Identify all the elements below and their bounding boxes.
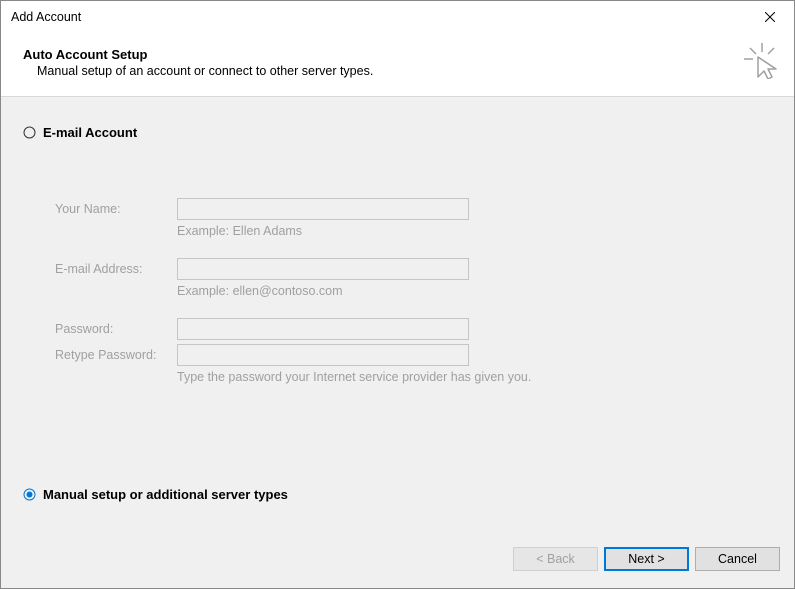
titlebar: Add Account xyxy=(1,1,794,33)
wizard-footer: < Back Next > Cancel xyxy=(1,538,794,588)
name-label: Your Name: xyxy=(55,202,177,216)
radio-email-label: E-mail Account xyxy=(43,125,137,140)
setup-cursor-icon xyxy=(744,43,780,79)
retype-input xyxy=(177,344,469,366)
name-input xyxy=(177,198,469,220)
header-subtitle: Manual setup of an account or connect to… xyxy=(23,64,774,78)
retype-label: Retype Password: xyxy=(55,348,177,362)
password-label: Password: xyxy=(55,322,177,336)
wizard-header: Auto Account Setup Manual setup of an ac… xyxy=(1,33,794,97)
close-button[interactable] xyxy=(750,3,790,31)
close-icon xyxy=(765,12,775,22)
email-hint: Example: ellen@contoso.com xyxy=(177,284,343,298)
radio-manual-label: Manual setup or additional server types xyxy=(43,487,288,502)
cancel-button[interactable]: Cancel xyxy=(695,547,780,571)
next-button[interactable]: Next > xyxy=(604,547,689,571)
radio-icon-selected xyxy=(23,488,36,501)
email-label: E-mail Address: xyxy=(55,262,177,276)
back-button: < Back xyxy=(513,547,598,571)
email-input xyxy=(177,258,469,280)
radio-manual-setup[interactable]: Manual setup or additional server types xyxy=(23,487,288,502)
header-title: Auto Account Setup xyxy=(23,47,774,62)
radio-icon xyxy=(23,126,36,139)
email-form: Your Name: Example: Ellen Adams E-mail A… xyxy=(55,198,772,384)
window-title: Add Account xyxy=(11,10,750,24)
add-account-dialog: Add Account Auto Account Setup Manual se… xyxy=(0,0,795,589)
password-hint: Type the password your Internet service … xyxy=(177,370,531,384)
name-hint: Example: Ellen Adams xyxy=(177,224,302,238)
password-input xyxy=(177,318,469,340)
wizard-body: E-mail Account Your Name: Example: Ellen… xyxy=(1,97,794,538)
radio-email-account[interactable]: E-mail Account xyxy=(23,125,772,140)
